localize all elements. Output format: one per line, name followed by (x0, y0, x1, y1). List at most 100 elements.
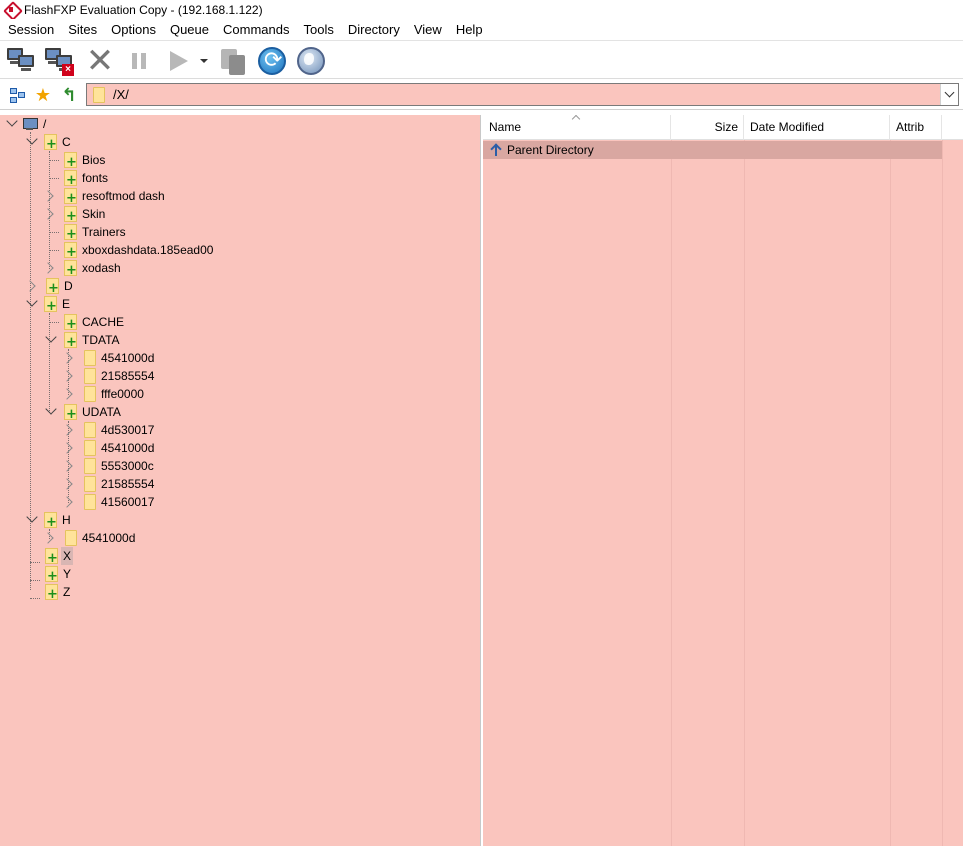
menu-tools[interactable]: Tools (297, 19, 339, 40)
tree-node-h-4541000d[interactable]: 4541000d (42, 529, 137, 547)
tree-node-resoftmod-dash[interactable]: resoftmod dash (42, 187, 167, 205)
refresh-button[interactable] (255, 45, 289, 77)
folder-icon (84, 476, 96, 492)
transfer-selected-button[interactable] (216, 45, 250, 77)
column-header-size[interactable]: Size (671, 115, 744, 140)
chevron-right-icon[interactable] (24, 280, 36, 292)
favorites-button[interactable]: ★ (34, 87, 52, 105)
tree-node-drive-h[interactable]: H (26, 511, 73, 529)
tree-node-root[interactable]: / (6, 115, 48, 133)
tree-node-label: 21585554 (101, 369, 155, 383)
dropdown-arrow-icon (200, 59, 208, 63)
tree-toggle-button[interactable] (9, 87, 27, 105)
folder-icon (84, 440, 96, 456)
column-header-date-modified[interactable]: Date Modified (744, 115, 890, 140)
chevron-down-icon[interactable] (6, 115, 18, 127)
drive-folder-icon (64, 224, 77, 241)
tree-node-label: xodash (82, 261, 121, 275)
site-manager-button[interactable] (294, 45, 328, 77)
chevron-right-icon[interactable] (61, 388, 73, 400)
chevron-right-icon[interactable] (61, 352, 73, 364)
tree-node-label: D (64, 279, 73, 293)
menu-options[interactable]: Options (105, 19, 162, 40)
column-label: Name (489, 120, 522, 134)
tree-node-drive-c[interactable]: C (26, 133, 73, 151)
menu-view[interactable]: View (408, 19, 448, 40)
tree-node-fonts[interactable]: fonts (64, 169, 110, 187)
tree-node-skin[interactable]: Skin (42, 205, 107, 223)
tree-node-trainers[interactable]: Trainers (64, 223, 128, 241)
drive-folder-icon (64, 152, 77, 169)
chevron-down-icon[interactable] (26, 133, 38, 145)
pause-button[interactable] (122, 45, 156, 77)
column-header-attrib[interactable]: Attrib (890, 115, 942, 140)
tree-node-bios[interactable]: Bios (64, 151, 107, 169)
file-list-pane[interactable]: Name Size Date Modified Attrib Parent Di… (483, 115, 963, 846)
list-item-parent-directory[interactable]: Parent Directory (483, 141, 942, 159)
tree-node-drive-z[interactable]: Z (45, 583, 72, 601)
abort-icon: ✕ (85, 41, 115, 81)
parent-directory-button[interactable]: ↰ (60, 87, 78, 105)
tree-node-drive-d[interactable]: D (24, 277, 75, 295)
tree-node-udata-21585554[interactable]: 21585554 (61, 475, 156, 493)
menu-session[interactable]: Session (0, 19, 60, 40)
tree-node-tdata-fffe0000[interactable]: fffe0000 (61, 385, 146, 403)
tree-node-udata-5553000c[interactable]: 5553000c (61, 457, 156, 475)
tree-node-label: fonts (82, 171, 109, 185)
path-combobox[interactable]: /X/ (86, 83, 959, 106)
tree-node-xboxdashdata[interactable]: xboxdashdata.185ead00 (64, 241, 215, 259)
menu-queue[interactable]: Queue (164, 19, 215, 40)
tree-node-udata[interactable]: UDATA (45, 403, 123, 421)
path-dropdown-button[interactable] (940, 84, 958, 105)
tree-node-udata-4541000d[interactable]: 4541000d (61, 439, 156, 457)
chevron-down-icon[interactable] (45, 403, 57, 415)
chevron-right-icon[interactable] (61, 478, 73, 490)
tree-node-label: 5553000c (101, 459, 154, 473)
drive-folder-icon (64, 332, 77, 349)
tree-node-tdata-4541000d[interactable]: 4541000d (61, 349, 156, 367)
tree-node-udata-4d530017[interactable]: 4d530017 (61, 421, 156, 439)
chevron-right-icon[interactable] (61, 496, 73, 508)
drive-folder-icon (46, 278, 59, 295)
chevron-right-icon[interactable] (61, 460, 73, 472)
refresh-icon (258, 47, 286, 75)
folder-tree-pane[interactable]: / C Bios fonts resoftmod dash Skin Train… (0, 115, 481, 846)
transfer-button[interactable] (162, 45, 196, 77)
chevron-down-icon[interactable] (26, 295, 38, 307)
tree-node-label: C (62, 135, 71, 149)
tree-node-drive-x[interactable]: X (45, 547, 74, 565)
tree-node-drive-e[interactable]: E (26, 295, 72, 313)
column-label: Attrib (896, 120, 925, 134)
tree-node-label: H (62, 513, 71, 527)
tree-node-udata-41560017[interactable]: 41560017 (61, 493, 156, 511)
tree-node-tdata[interactable]: TDATA (45, 331, 122, 349)
chevron-right-icon[interactable] (42, 190, 54, 202)
folder-icon (65, 530, 77, 546)
chevron-right-icon[interactable] (61, 370, 73, 382)
menu-sites[interactable]: Sites (62, 19, 103, 40)
tree-node-tdata-21585554[interactable]: 21585554 (61, 367, 156, 385)
chevron-right-icon[interactable] (42, 208, 54, 220)
folder-icon (84, 494, 96, 510)
path-input[interactable]: /X/ (113, 87, 129, 102)
chevron-down-icon[interactable] (45, 331, 57, 343)
chevron-right-icon[interactable] (61, 424, 73, 436)
tree-node-xodash[interactable]: xodash (42, 259, 123, 277)
tree-node-label: Skin (82, 207, 106, 221)
chevron-down-icon (944, 87, 955, 98)
chevron-down-icon[interactable] (26, 511, 38, 523)
menu-help[interactable]: Help (450, 19, 489, 40)
menu-directory[interactable]: Directory (342, 19, 406, 40)
chevron-right-icon[interactable] (61, 442, 73, 454)
abort-button[interactable]: ✕ (83, 41, 117, 81)
tree-node-drive-y[interactable]: Y (45, 565, 73, 583)
file-list-header: Name Size Date Modified Attrib (483, 115, 963, 140)
connect-button[interactable] (4, 45, 38, 77)
menu-commands[interactable]: Commands (217, 19, 295, 40)
main-toolbar: × ✕ (0, 40, 963, 79)
chevron-right-icon[interactable] (42, 532, 54, 544)
chevron-right-icon[interactable] (42, 262, 54, 274)
transfer-dropdown-button[interactable] (196, 45, 212, 77)
tree-node-cache[interactable]: CACHE (64, 313, 126, 331)
disconnect-button[interactable]: × (42, 45, 76, 77)
